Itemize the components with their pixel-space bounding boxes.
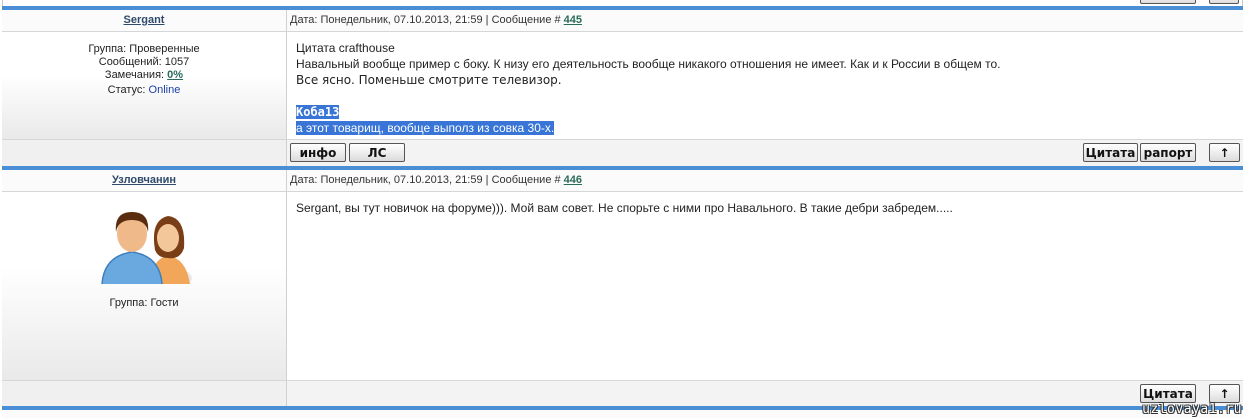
user-warnings: Замечания: 0% bbox=[104, 69, 184, 81]
post-meta: Дата: Понедельник, 07.10.2013, 21:59 | С… bbox=[290, 10, 582, 31]
post-text: Sergant, вы тут новичок на форуме))). Мо… bbox=[296, 201, 953, 215]
warnings-link[interactable]: 0% bbox=[167, 69, 183, 81]
report-button[interactable]: рапорт bbox=[1140, 143, 1196, 162]
post-footer: инфо ЛС Цитата рапорт ↑ bbox=[2, 139, 1243, 167]
post-445: Sergant Дата: Понедельник, 07.10.2013, 2… bbox=[2, 10, 1243, 167]
post-446: Узловчанин Дата: Понедельник, 07.10.2013… bbox=[2, 170, 1243, 408]
site-watermark: uzlovaya1.ru bbox=[1142, 402, 1242, 417]
post-date: Дата: Понедельник, 07.10.2013, 21:59 | С… bbox=[290, 14, 561, 26]
author-link[interactable]: Sergant bbox=[2, 10, 287, 31]
quote-header: Цитата crafthouse bbox=[296, 41, 395, 55]
message-number-link[interactable]: 446 bbox=[564, 174, 582, 186]
user-group: Группа: Проверенные bbox=[88, 43, 200, 55]
prev-quote-button[interactable] bbox=[1140, 0, 1196, 4]
user-info-panel: Группа: Проверенные Сообщений: 1057 Заме… bbox=[2, 32, 287, 139]
post-header: Узловчанин Дата: Понедельник, 07.10.2013… bbox=[2, 170, 1243, 192]
post-body: Sergant, вы тут новичок на форуме))). Мо… bbox=[288, 192, 1243, 380]
quote-button[interactable]: Цитата bbox=[1083, 143, 1138, 162]
selected-author: Коба13 bbox=[296, 105, 340, 119]
post-date: Дата: Понедельник, 07.10.2013, 21:59 | С… bbox=[290, 174, 561, 186]
author-link[interactable]: Узловчанин bbox=[2, 170, 287, 191]
selected-text: а этот товарищ, вообще выполз из совка 3… bbox=[296, 121, 555, 135]
footer-left bbox=[2, 381, 287, 407]
quote-text: Навальный вообще пример с боку. К низу е… bbox=[296, 57, 1001, 71]
post-meta: Дата: Понедельник, 07.10.2013, 21:59 | С… bbox=[290, 170, 582, 191]
users-icon bbox=[100, 208, 194, 288]
user-status: Статус: Online bbox=[107, 84, 181, 96]
info-button[interactable]: инфо bbox=[290, 143, 346, 162]
user-info-panel: Группа: Гости bbox=[2, 192, 287, 380]
status-online: Online bbox=[148, 84, 181, 96]
post-header: Sergant Дата: Понедельник, 07.10.2013, 2… bbox=[2, 10, 1243, 32]
prev-up-button[interactable] bbox=[1209, 0, 1239, 4]
pm-button[interactable]: ЛС bbox=[349, 143, 405, 162]
post-body: Цитата crafthouse Навальный вообще приме… bbox=[288, 32, 1243, 139]
scroll-up-button[interactable]: ↑ bbox=[1209, 143, 1240, 162]
next-post-strip bbox=[2, 410, 1243, 418]
scroll-up-button[interactable]: ↑ bbox=[1209, 384, 1240, 403]
post-footer: Цитата ↑ bbox=[2, 380, 1243, 408]
reply-text: Все ясно. Поменьше смотрите телевизор. bbox=[296, 73, 562, 87]
user-messages: Сообщений: 1057 bbox=[98, 56, 190, 68]
message-number-link[interactable]: 445 bbox=[564, 14, 582, 26]
footer-left bbox=[2, 140, 287, 166]
quote-button[interactable]: Цитата bbox=[1140, 384, 1196, 403]
user-group: Группа: Гости bbox=[109, 297, 179, 309]
